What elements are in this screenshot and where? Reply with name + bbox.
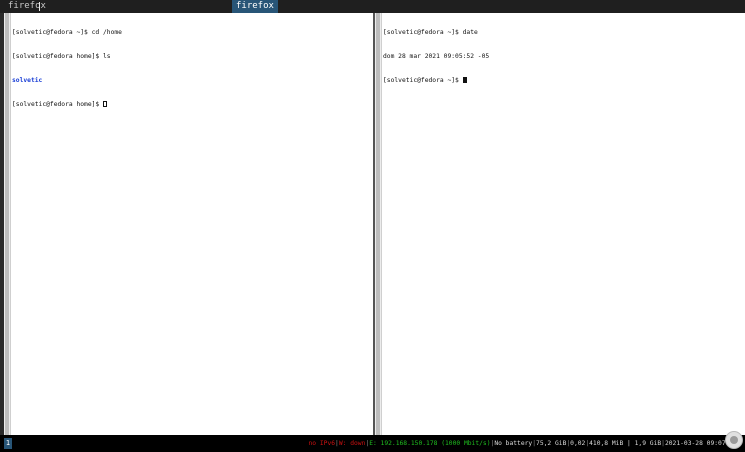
terminal-text: [solvetic@fedora ~]$ cd /home bbox=[12, 29, 122, 36]
terminal-output-right: [solvetic@fedora ~]$ date dom 28 mar 202… bbox=[383, 13, 743, 101]
watermark-logo-icon bbox=[725, 431, 743, 449]
dmenu-match-firefox[interactable]: firefox bbox=[232, 0, 278, 13]
terminal-cursor bbox=[103, 101, 107, 107]
directory-entry: solvetic bbox=[12, 77, 43, 84]
scrollbar-thumb[interactable] bbox=[376, 13, 380, 435]
terminal-cursor bbox=[462, 77, 467, 83]
terminal-text: dom 28 mar 2021 09:05:52 -05 bbox=[383, 53, 490, 60]
terminal-line: [solvetic@fedora ~]$ bbox=[383, 77, 743, 85]
terminal-line: solvetic bbox=[12, 77, 371, 85]
battery-status: No battery bbox=[494, 440, 533, 447]
terminal-line: [solvetic@fedora ~]$ date bbox=[383, 29, 743, 37]
dmenu-input[interactable]: firefox bbox=[8, 0, 46, 13]
scrollbar-left[interactable] bbox=[4, 13, 11, 435]
terminal-text: [solvetic@fedora ~]$ date bbox=[383, 29, 478, 36]
terminal-line: [solvetic@fedora home]$ bbox=[12, 101, 371, 109]
terminal-prompt: [solvetic@fedora home]$ bbox=[12, 101, 103, 108]
text-caret bbox=[39, 2, 40, 11]
load-status: 0,02 bbox=[570, 440, 586, 447]
workspace-button-1[interactable]: 1 bbox=[4, 438, 12, 449]
i3-status-bar: 1 no IPv6|W: down|E: 192.168.150.178 (10… bbox=[0, 435, 745, 452]
terminal-prompt: [solvetic@fedora ~]$ bbox=[383, 77, 463, 84]
dmenu-bar[interactable]: firefox firefox bbox=[0, 0, 745, 13]
status-items: no IPv6|W: down|E: 192.168.150.178 (1000… bbox=[309, 435, 738, 452]
scrollbar-right[interactable] bbox=[375, 13, 382, 435]
terminal-output-left: [solvetic@fedora ~]$ cd /home [solvetic@… bbox=[12, 13, 371, 125]
terminal-text: [solvetic@fedora home]$ ls bbox=[12, 53, 111, 60]
memory-status: 410,8 MiB | 1,9 GiB bbox=[589, 440, 662, 447]
terminal-line: dom 28 mar 2021 09:05:52 -05 bbox=[383, 53, 743, 61]
wireless-status: W: down bbox=[338, 440, 366, 447]
terminal-pane-right[interactable]: [solvetic@fedora ~]$ date dom 28 mar 202… bbox=[375, 13, 745, 435]
terminal-pane-left[interactable]: [solvetic@fedora ~]$ cd /home [solvetic@… bbox=[4, 13, 373, 435]
ethernet-status: E: 192.168.150.178 (1000 Mbit/s) bbox=[369, 440, 491, 447]
ipv6-status: no IPv6 bbox=[308, 440, 336, 447]
terminal-line: [solvetic@fedora ~]$ cd /home bbox=[12, 29, 371, 37]
disk-status: 75,2 GiB bbox=[536, 440, 567, 447]
scrollbar-thumb[interactable] bbox=[5, 13, 9, 435]
terminal-line: [solvetic@fedora home]$ ls bbox=[12, 53, 371, 61]
